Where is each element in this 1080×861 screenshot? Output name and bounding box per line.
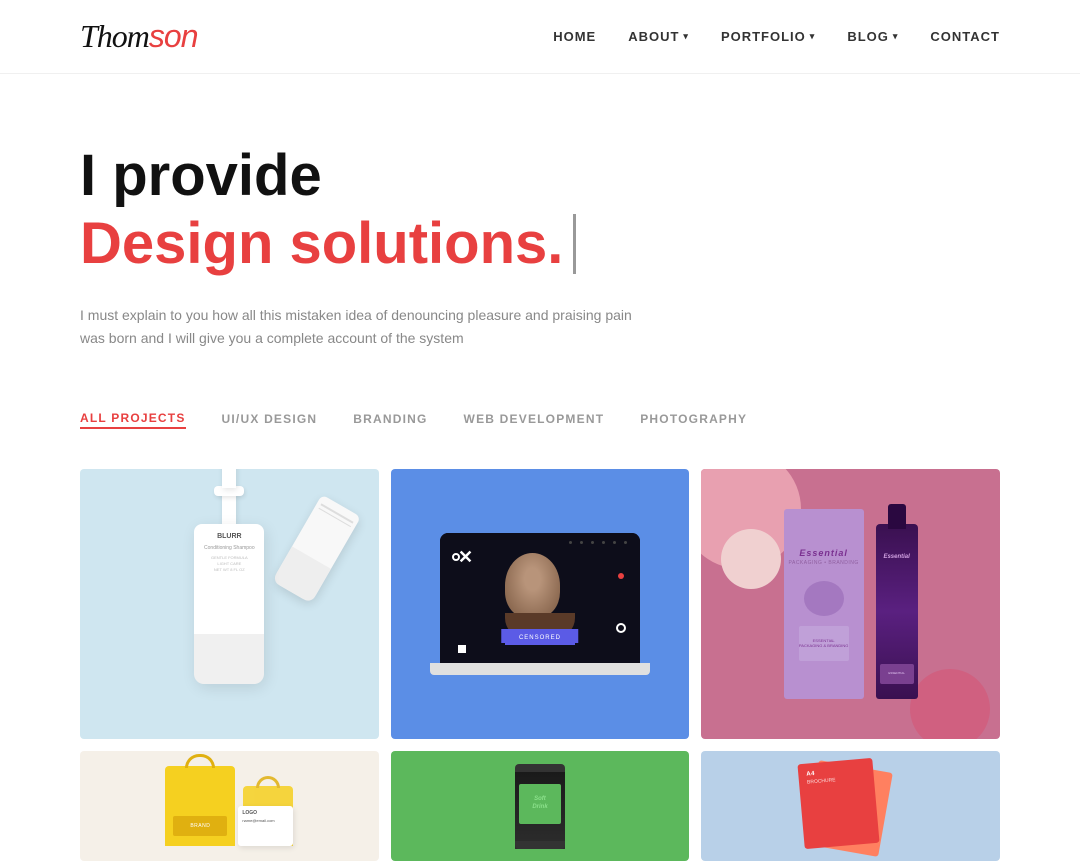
portfolio-item-3[interactable]: Essential PACKAGING • BRANDING ESSENTIAL… — [701, 469, 1000, 739]
brochure-stack: A4 BROCHURE — [791, 761, 911, 851]
portfolio-item-5[interactable]: SoftDrink — [391, 751, 690, 861]
portfolio-item-6[interactable]: A4 BROCHURE — [701, 751, 1000, 861]
blob-2 — [910, 669, 990, 739]
essential-box: Essential PACKAGING • BRANDING ESSENTIAL… — [784, 509, 864, 699]
chevron-down-icon: ▾ — [810, 31, 816, 42]
logo-accent: son — [149, 18, 198, 54]
filter-tab-uiux[interactable]: UI/UX DESIGN — [222, 412, 318, 428]
hero-title-accent: Design solutions. — [80, 212, 1000, 276]
dot-grid — [569, 541, 632, 544]
can-container: SoftDrink — [515, 764, 565, 849]
filter-tab-all-projects[interactable]: ALL PROJECTS — [80, 411, 186, 429]
filter-tab-photography[interactable]: PHOTOGRAPHY — [640, 412, 747, 428]
laptop-mockup: ✕ ✕ CENSORED — [430, 533, 650, 675]
small-card: ESSENTIALPACKAGING & BRANDING — [799, 626, 849, 661]
blob-3 — [721, 529, 781, 589]
portfolio-item-4[interactable]: BRAND LOGO name@email.com — [80, 751, 379, 861]
brochure-front: A4 BROCHURE — [797, 758, 879, 849]
filter-tabs: ALL PROJECTS UI/UX DESIGN BRANDING WEB D… — [0, 381, 1080, 449]
nav-contact[interactable]: CONTACT — [930, 29, 1000, 44]
chevron-down-icon: ▾ — [893, 31, 899, 42]
portfolio-item-2[interactable]: ✕ ✕ CENSORED — [391, 469, 690, 739]
x-mark: ✕ — [458, 547, 473, 568]
nav-blog[interactable]: BLOG ▾ — [847, 29, 898, 44]
main-nav: HOME ABOUT ▾ PORTFOLIO ▾ BLOG ▾ CONTACT — [553, 29, 1000, 44]
small-bottle-decor — [272, 495, 361, 604]
bag-1: BRAND — [165, 766, 235, 846]
nav-about[interactable]: ABOUT ▾ — [628, 29, 689, 44]
site-logo[interactable]: Thomson — [80, 18, 198, 55]
can-label: SoftDrink — [519, 784, 561, 824]
nav-portfolio[interactable]: PORTFOLIO ▾ — [721, 29, 815, 44]
laptop-base — [430, 663, 650, 675]
filter-tab-branding[interactable]: BRANDING — [353, 412, 427, 428]
figure-silhouette — [505, 553, 575, 638]
bottle-label: BLURR Conditioning Shampoo GENTLE FORMUL… — [202, 532, 256, 573]
nav-home[interactable]: HOME — [553, 29, 596, 44]
essential-products: Essential PACKAGING • BRANDING ESSENTIAL… — [784, 509, 918, 699]
site-header: Thomson HOME ABOUT ▾ PORTFOLIO ▾ BLOG ▾ … — [0, 0, 1080, 74]
soda-can: SoftDrink — [515, 764, 565, 849]
marker-dot — [618, 573, 624, 579]
main-bottle: BLURR Conditioning Shampoo GENTLE FORMUL… — [194, 524, 264, 684]
portfolio-item-1[interactable]: BLURR Conditioning Shampoo GENTLE FORMUL… — [80, 469, 379, 739]
filter-tab-webdev[interactable]: WEB DEVELOPMENT — [464, 412, 605, 428]
censored-bar: CENSORED — [505, 631, 575, 645]
marker-circle-2 — [616, 623, 626, 633]
hero-title-normal: I provide — [80, 144, 1000, 208]
business-card: LOGO name@email.com — [238, 806, 293, 846]
marker-square — [458, 645, 466, 653]
wine-bottle: Essential ESSENTIAL — [876, 524, 918, 699]
yellow-bags: BRAND LOGO name@email.com — [165, 766, 293, 846]
portfolio-grid-row1: BLURR Conditioning Shampoo GENTLE FORMUL… — [0, 449, 1080, 739]
text-cursor — [573, 214, 576, 274]
portfolio-grid-row2: BRAND LOGO name@email.com — [0, 739, 1080, 861]
hero-description: I must explain to you how all this mista… — [80, 304, 640, 352]
hero-section: I provide Design solutions. I must expla… — [0, 74, 1080, 381]
chevron-down-icon: ▾ — [683, 31, 689, 42]
